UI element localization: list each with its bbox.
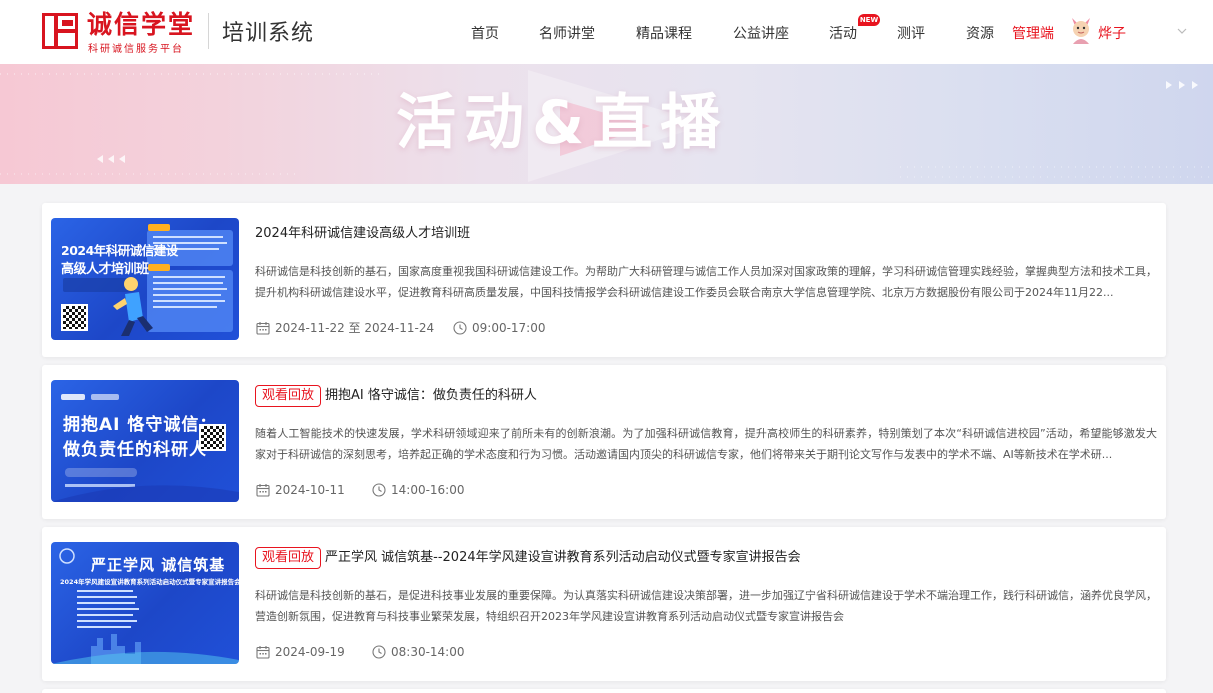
activity-time: 14:00-16:00 — [372, 482, 465, 498]
user-avatar-icon[interactable] — [1066, 14, 1096, 48]
new-badge: NEW — [858, 14, 880, 26]
activity-title-text: 严正学风 诚信筑基--2024年学风建设宣讲教育系列活动启动仪式暨专家宣讲报告会 — [325, 550, 801, 565]
activity-time-text: 08:30-14:00 — [391, 645, 465, 659]
activity-title[interactable]: 观看回放 拥抱AI 恪守诚信：做负责任的科研人 — [255, 385, 537, 407]
admin-link[interactable]: 管理端 — [1012, 23, 1054, 43]
activity-thumbnail[interactable]: 2024年科研诚信建设 高级人才培训班 — [51, 218, 239, 340]
logo-subtitle: 科研诚信服务平台 — [88, 44, 184, 55]
clock-icon — [372, 483, 386, 497]
activity-date: 2024-10-11 — [256, 482, 345, 498]
activity-date-text: 2024-10-11 — [275, 483, 345, 497]
qr-code-icon — [199, 424, 226, 451]
activity-title[interactable]: 观看回放 严正学风 诚信筑基--2024年学风建设宣讲教育系列活动启动仪式暨专家宣… — [255, 547, 801, 569]
top-header: 诚信学堂 科研诚信服务平台 培训系统 首页 名师讲堂 精品课程 公益讲座 活动 … — [0, 0, 1213, 64]
activity-title-text: 拥抱AI 恪守诚信：做负责任的科研人 — [325, 388, 537, 403]
nav-public-lectures[interactable]: 公益讲座 — [733, 23, 789, 43]
nav-premium-courses[interactable]: 精品课程 — [636, 23, 692, 43]
activity-date-text: 2024-11-22 至 2024-11-24 — [275, 321, 435, 335]
logo-mark-icon — [42, 13, 78, 49]
clock-icon — [453, 321, 467, 335]
site-logo[interactable]: 诚信学堂 科研诚信服务平台 — [42, 10, 197, 55]
calendar-icon — [256, 646, 270, 659]
replay-tag[interactable]: 观看回放 — [255, 547, 322, 569]
system-title: 培训系统 — [222, 21, 315, 46]
activity-card[interactable] — [42, 689, 1166, 693]
thumbnail-line1: 2024年科研诚信建设 — [61, 243, 178, 258]
nav-resources[interactable]: 资源 — [966, 23, 994, 43]
activity-description: 科研诚信是科技创新的基石，国家高度重视我国科研诚信建设工作。为帮助广大科研管理与… — [255, 265, 1157, 299]
activity-title-text: 2024年科研诚信建设高级人才培训班 — [255, 226, 471, 241]
thumbnail-line1: 严正学风 诚信筑基 — [91, 556, 226, 574]
calendar-icon — [256, 322, 270, 335]
activity-description: 随着人工智能技术的快速发展，学术科研领域迎来了前所未有的创新浪潮。为了加强科研诚… — [255, 427, 1157, 461]
nav-activities[interactable]: 活动 — [829, 23, 857, 43]
clock-icon — [372, 645, 386, 659]
activity-description: 科研诚信是科技创新的基石，是促进科技事业发展的重要保障。为认真落实科研诚信建设决… — [255, 589, 1157, 623]
activity-time: 08:30-14:00 — [372, 644, 465, 660]
user-name[interactable]: 烨子 — [1098, 23, 1126, 43]
qr-code-icon — [61, 304, 88, 331]
thumbnail-line2: 高级人才培训班 — [61, 262, 149, 277]
thumbnail-line2: 做负责任的科研人 — [63, 440, 207, 460]
header-divider — [208, 13, 209, 49]
activity-card[interactable]: 2024年科研诚信建设 高级人才培训班 2024年科研诚信建设高级人才培训班 科… — [42, 203, 1166, 357]
activity-time: 09:00-17:00 — [453, 320, 546, 336]
calendar-icon — [256, 484, 270, 497]
activity-banner: 活动&直播 — [0, 64, 1213, 184]
activity-date-text: 2024-09-19 — [275, 645, 345, 659]
chevron-down-icon[interactable] — [1177, 27, 1187, 35]
activity-thumbnail[interactable]: 拥抱AI 恪守诚信： 做负责任的科研人 — [51, 380, 239, 502]
activity-thumbnail[interactable]: 严正学风 诚信筑基 2024年学风建设宣讲教育系列活动启动仪式暨专家宣讲报告会 — [51, 542, 239, 664]
nav-home[interactable]: 首页 — [471, 23, 499, 43]
activity-date: 2024-09-19 — [256, 644, 345, 660]
activity-date: 2024-11-22 至 2024-11-24 — [256, 320, 434, 336]
logo-name: 诚信学堂 — [87, 10, 196, 39]
activity-title[interactable]: 2024年科研诚信建设高级人才培训班 — [255, 225, 470, 244]
activity-card[interactable]: 拥抱AI 恪守诚信： 做负责任的科研人 观看回放 拥抱AI 恪守诚信：做负责任的科… — [42, 365, 1166, 519]
replay-tag[interactable]: 观看回放 — [255, 385, 322, 407]
nav-assessment[interactable]: 测评 — [897, 23, 925, 43]
banner-title: 活动&直播 — [396, 88, 729, 158]
activity-time-text: 09:00-17:00 — [472, 321, 546, 335]
activity-time-text: 14:00-16:00 — [391, 483, 465, 497]
thumbnail-line2: 2024年学风建设宣讲教育系列活动启动仪式暨专家宣讲报告会 — [60, 578, 239, 586]
nav-teacher-lecture[interactable]: 名师讲堂 — [539, 23, 595, 43]
activity-card[interactable]: 严正学风 诚信筑基 2024年学风建设宣讲教育系列活动启动仪式暨专家宣讲报告会 … — [42, 527, 1166, 681]
thumbnail-line1: 拥抱AI 恪守诚信： — [63, 415, 218, 435]
